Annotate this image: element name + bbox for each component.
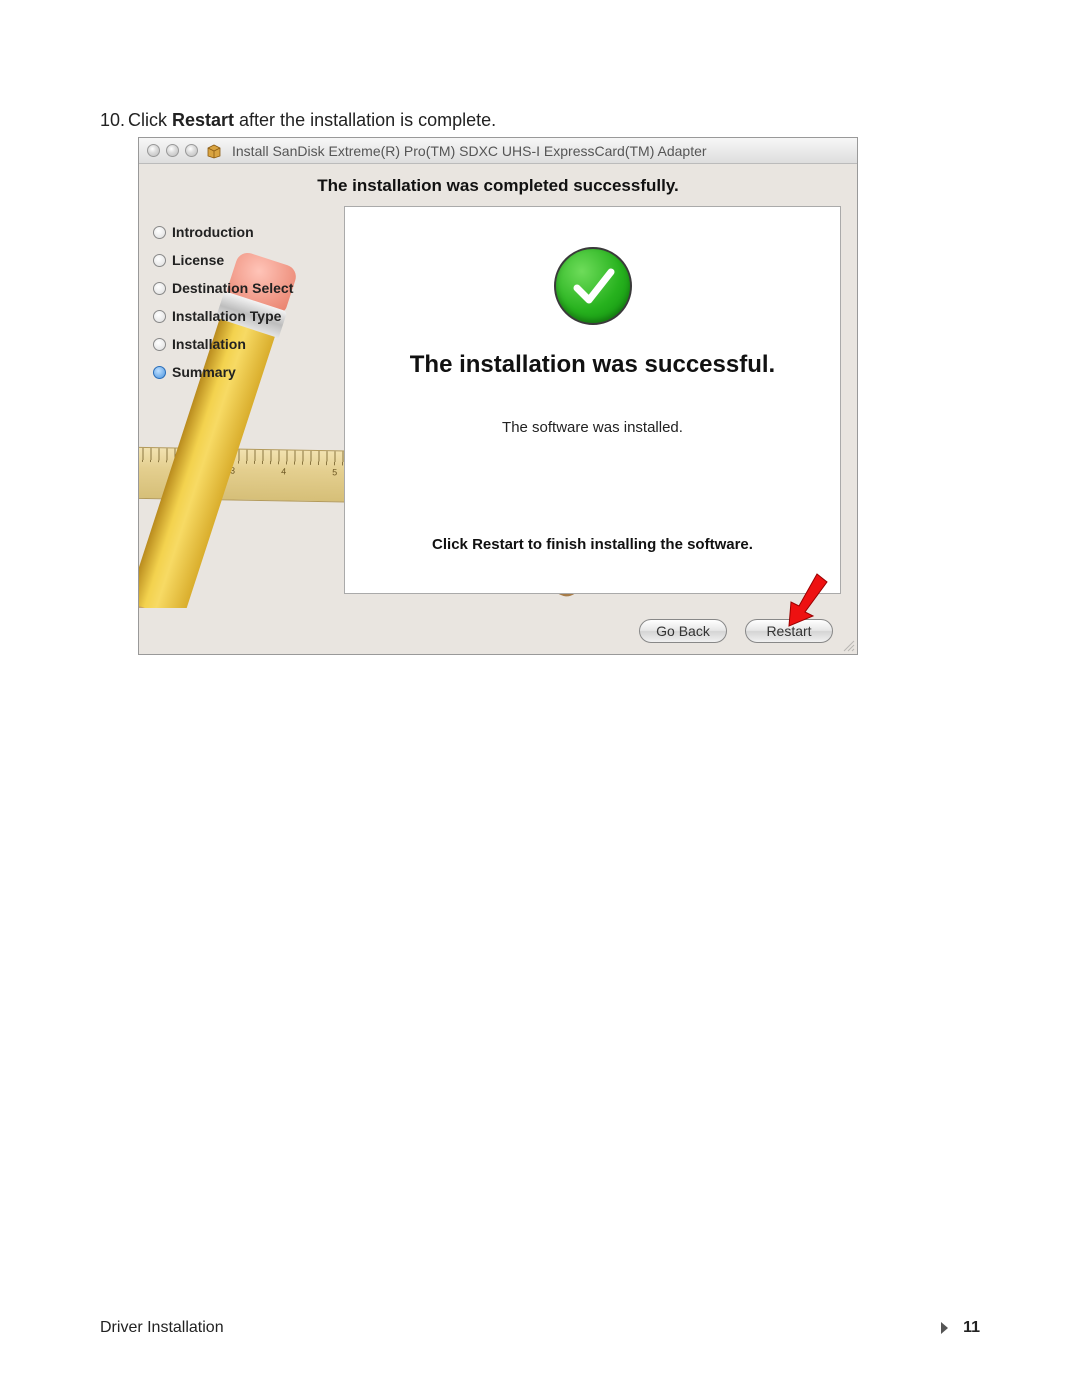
- step-installation: Installation: [153, 336, 336, 352]
- window-titlebar: Install SanDisk Extreme(R) Pro(TM) SDXC …: [139, 138, 857, 164]
- bullet-icon: [153, 226, 166, 239]
- success-checkmark-icon: [554, 247, 632, 325]
- go-back-button[interactable]: Go Back: [639, 619, 727, 643]
- page-arrow-icon: [939, 1321, 949, 1335]
- step-installation-type: Installation Type: [153, 308, 336, 324]
- red-arrow-annotation: [779, 572, 829, 628]
- content-pane: The installation was successful. The sof…: [344, 206, 841, 594]
- step-label: Destination Select: [172, 280, 293, 296]
- step-label: Introduction: [172, 224, 254, 240]
- step-instruction: 10.Click Restart after the installation …: [100, 110, 980, 131]
- step-label: License: [172, 252, 224, 268]
- restart-hint: Click Restart to finish installing the s…: [432, 536, 753, 553]
- steps-sidebar: Introduction License Destination Select …: [139, 206, 344, 608]
- button-row: Go Back Restart: [139, 608, 857, 654]
- package-icon: [206, 143, 222, 159]
- step-introduction: Introduction: [153, 224, 336, 240]
- step-number: 10.: [100, 110, 128, 131]
- minimize-traffic-light[interactable]: [166, 144, 179, 157]
- instruction-bold: Restart: [172, 110, 234, 130]
- page-footer: Driver Installation 11: [100, 1319, 980, 1337]
- installer-header: The installation was completed successfu…: [139, 164, 857, 206]
- close-traffic-light[interactable]: [147, 144, 160, 157]
- bullet-icon: [153, 310, 166, 323]
- instruction-text-pre: Click: [128, 110, 172, 130]
- bullet-current-icon: [153, 366, 166, 379]
- step-summary: Summary: [153, 364, 336, 380]
- step-license: License: [153, 252, 336, 268]
- zoom-traffic-light[interactable]: [185, 144, 198, 157]
- success-subtext: The software was installed.: [502, 419, 683, 436]
- bullet-icon: [153, 282, 166, 295]
- success-heading: The installation was successful.: [410, 351, 775, 379]
- page-number: 11: [963, 1319, 980, 1337]
- window-title: Install SanDisk Extreme(R) Pro(TM) SDXC …: [232, 143, 707, 159]
- bullet-icon: [153, 254, 166, 267]
- instruction-text-post: after the installation is complete.: [234, 110, 496, 130]
- document-page: 10.Click Restart after the installation …: [0, 0, 1080, 1397]
- installer-columns: 12345678910 Introduction License Destina: [139, 206, 857, 608]
- installer-body: The installation was completed successfu…: [139, 164, 857, 654]
- footer-section-title: Driver Installation: [100, 1319, 224, 1337]
- step-label: Installation: [172, 336, 246, 352]
- bullet-icon: [153, 338, 166, 351]
- step-label: Installation Type: [172, 308, 281, 324]
- installer-window: Install SanDisk Extreme(R) Pro(TM) SDXC …: [138, 137, 858, 655]
- step-label: Summary: [172, 364, 236, 380]
- step-destination-select: Destination Select: [153, 280, 336, 296]
